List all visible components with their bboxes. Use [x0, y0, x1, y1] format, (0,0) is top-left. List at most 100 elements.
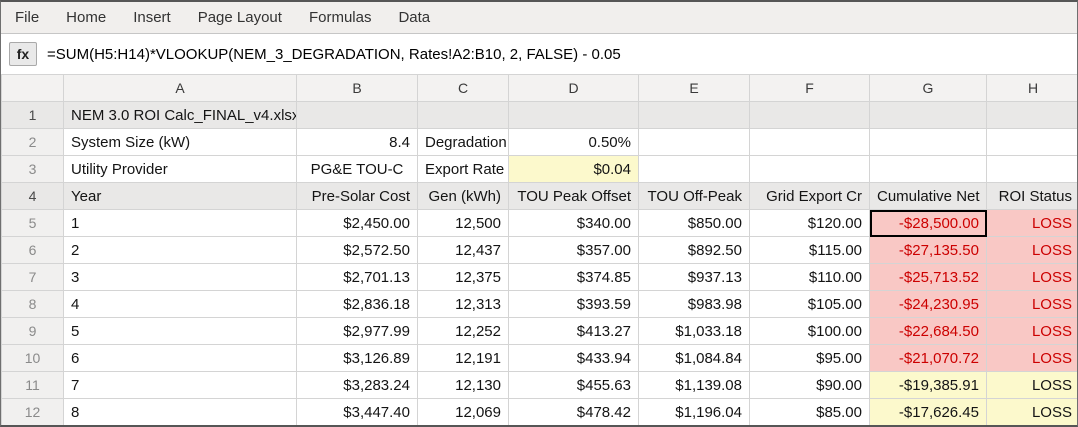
- cell-D10[interactable]: $433.94: [508, 344, 639, 372]
- cell-F6[interactable]: $115.00: [749, 236, 870, 264]
- cell-G3[interactable]: [869, 155, 987, 183]
- cell-C6[interactable]: 12,437: [417, 236, 509, 264]
- cell-H8[interactable]: LOSS: [986, 290, 1077, 318]
- cell-E6[interactable]: $892.50: [638, 236, 750, 264]
- cell-E7[interactable]: $937.13: [638, 263, 750, 291]
- cell-H10[interactable]: LOSS: [986, 344, 1077, 372]
- cell-G6[interactable]: -$27,135.50: [869, 236, 987, 264]
- cell-G8[interactable]: -$24,230.95: [869, 290, 987, 318]
- cell-H2[interactable]: [986, 128, 1077, 156]
- cell-F12[interactable]: $85.00: [749, 398, 870, 425]
- cell-F4[interactable]: Grid Export Cr: [749, 182, 870, 210]
- cell-F1[interactable]: [749, 101, 870, 129]
- cell-D1[interactable]: [508, 101, 639, 129]
- cell-C7[interactable]: 12,375: [417, 263, 509, 291]
- cell-B8[interactable]: $2,836.18: [296, 290, 418, 318]
- cell-E10[interactable]: $1,084.84: [638, 344, 750, 372]
- cell-D2[interactable]: 0.50%: [508, 128, 639, 156]
- cell-H6[interactable]: LOSS: [986, 236, 1077, 264]
- row-header-1[interactable]: 1: [1, 101, 64, 129]
- menu-item-formulas[interactable]: Formulas: [309, 9, 372, 26]
- row-header-11[interactable]: 11: [1, 371, 64, 399]
- cell-H12[interactable]: LOSS: [986, 398, 1077, 425]
- row-header-12[interactable]: 12: [1, 398, 64, 425]
- cell-D11[interactable]: $455.63: [508, 371, 639, 399]
- menu-item-data[interactable]: Data: [398, 9, 430, 26]
- cell-F3[interactable]: [749, 155, 870, 183]
- cell-F2[interactable]: [749, 128, 870, 156]
- menu-item-home[interactable]: Home: [66, 9, 106, 26]
- cell-E12[interactable]: $1,196.04: [638, 398, 750, 425]
- cell-C8[interactable]: 12,313: [417, 290, 509, 318]
- cell-D4[interactable]: TOU Peak Offset: [508, 182, 639, 210]
- cell-E1[interactable]: [638, 101, 750, 129]
- cell-H9[interactable]: LOSS: [986, 317, 1077, 345]
- cell-E4[interactable]: TOU Off-Peak: [638, 182, 750, 210]
- cell-A8[interactable]: 4: [63, 290, 297, 318]
- cell-C3[interactable]: Export Rate: [417, 155, 509, 183]
- formula-input[interactable]: =SUM(H5:H14)*VLOOKUP(NEM_3_DEGRADATION, …: [47, 46, 1077, 63]
- row-header-6[interactable]: 6: [1, 236, 64, 264]
- cell-G2[interactable]: [869, 128, 987, 156]
- select-all-corner[interactable]: [1, 74, 64, 102]
- cell-C11[interactable]: 12,130: [417, 371, 509, 399]
- column-header-h[interactable]: H: [986, 74, 1077, 102]
- row-header-8[interactable]: 8: [1, 290, 64, 318]
- cell-F9[interactable]: $100.00: [749, 317, 870, 345]
- cell-B6[interactable]: $2,572.50: [296, 236, 418, 264]
- cell-D6[interactable]: $357.00: [508, 236, 639, 264]
- cell-G5[interactable]: -$28,500.00: [869, 209, 987, 237]
- cell-H3[interactable]: [986, 155, 1077, 183]
- cell-A10[interactable]: 6: [63, 344, 297, 372]
- row-header-3[interactable]: 3: [1, 155, 64, 183]
- cell-F8[interactable]: $105.00: [749, 290, 870, 318]
- column-header-g[interactable]: G: [869, 74, 987, 102]
- cell-B3[interactable]: PG&E TOU-C: [296, 155, 418, 183]
- cell-A5[interactable]: 1: [63, 209, 297, 237]
- cell-D5[interactable]: $340.00: [508, 209, 639, 237]
- cell-E8[interactable]: $983.98: [638, 290, 750, 318]
- column-header-e[interactable]: E: [638, 74, 750, 102]
- cell-G12[interactable]: -$17,626.45: [869, 398, 987, 425]
- cell-F11[interactable]: $90.00: [749, 371, 870, 399]
- cell-A3[interactable]: Utility Provider: [63, 155, 297, 183]
- row-header-10[interactable]: 10: [1, 344, 64, 372]
- cell-C4[interactable]: Gen (kWh): [417, 182, 509, 210]
- cell-G1[interactable]: [869, 101, 987, 129]
- cell-A12[interactable]: 8: [63, 398, 297, 425]
- cell-B2[interactable]: 8.4: [296, 128, 418, 156]
- cell-C9[interactable]: 12,252: [417, 317, 509, 345]
- cell-A9[interactable]: 5: [63, 317, 297, 345]
- cell-D8[interactable]: $393.59: [508, 290, 639, 318]
- column-header-a[interactable]: A: [63, 74, 297, 102]
- cell-A7[interactable]: 3: [63, 263, 297, 291]
- cell-D3[interactable]: $0.04: [508, 155, 639, 183]
- cell-E3[interactable]: [638, 155, 750, 183]
- cell-D12[interactable]: $478.42: [508, 398, 639, 425]
- menu-item-page-layout[interactable]: Page Layout: [198, 9, 282, 26]
- column-header-d[interactable]: D: [508, 74, 639, 102]
- cell-G10[interactable]: -$21,070.72: [869, 344, 987, 372]
- cell-B7[interactable]: $2,701.13: [296, 263, 418, 291]
- cell-G4[interactable]: Cumulative Net: [869, 182, 987, 210]
- cell-C10[interactable]: 12,191: [417, 344, 509, 372]
- menu-item-insert[interactable]: Insert: [133, 9, 171, 26]
- cell-B12[interactable]: $3,447.40: [296, 398, 418, 425]
- row-header-9[interactable]: 9: [1, 317, 64, 345]
- column-header-b[interactable]: B: [296, 74, 418, 102]
- cell-D7[interactable]: $374.85: [508, 263, 639, 291]
- cell-A1[interactable]: NEM 3.0 ROI Calc_FINAL_v4.xlsx: [63, 101, 297, 129]
- row-header-7[interactable]: 7: [1, 263, 64, 291]
- cell-F10[interactable]: $95.00: [749, 344, 870, 372]
- cell-A2[interactable]: System Size (kW): [63, 128, 297, 156]
- cell-B4[interactable]: Pre-Solar Cost: [296, 182, 418, 210]
- cell-H5[interactable]: LOSS: [986, 209, 1077, 237]
- cell-G7[interactable]: -$25,713.52: [869, 263, 987, 291]
- cell-F7[interactable]: $110.00: [749, 263, 870, 291]
- cell-B1[interactable]: [296, 101, 418, 129]
- cell-E11[interactable]: $1,139.08: [638, 371, 750, 399]
- cell-C1[interactable]: [417, 101, 509, 129]
- cell-G9[interactable]: -$22,684.50: [869, 317, 987, 345]
- cell-B10[interactable]: $3,126.89: [296, 344, 418, 372]
- row-header-4[interactable]: 4: [1, 182, 64, 210]
